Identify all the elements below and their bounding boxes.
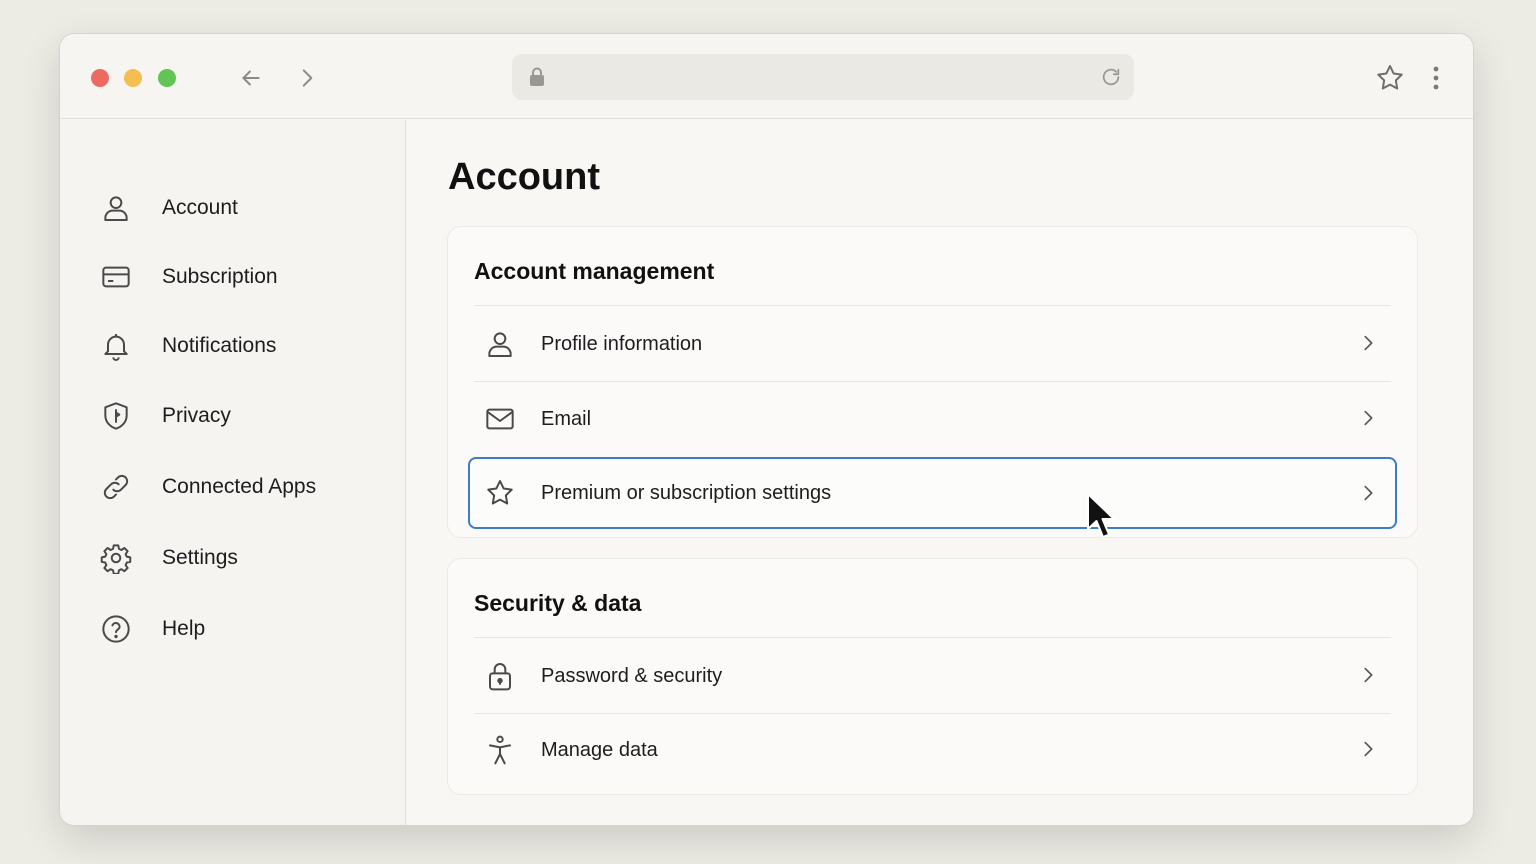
address-bar[interactable] (512, 54, 1134, 100)
sidebar-item-label: Subscription (162, 265, 278, 288)
divider (474, 637, 1391, 638)
padlock-icon (480, 656, 520, 696)
chevron-right-icon (1357, 738, 1379, 760)
sidebar-item-label: Settings (162, 546, 238, 569)
sidebar-item-notifications[interactable]: Notifications (100, 324, 380, 368)
link-icon (96, 469, 136, 505)
row-label: Premium or subscription settings (541, 481, 832, 504)
person-icon (480, 324, 520, 364)
chevron-right-icon (1357, 482, 1379, 504)
browser-window: Account Subscription Notifications Priva… (60, 34, 1473, 825)
forward-arrow-icon[interactable] (292, 63, 322, 93)
star-icon[interactable] (1374, 62, 1406, 94)
sidebar-item-label: Account (162, 196, 238, 219)
main-content: Account Account management Profile infor… (407, 120, 1473, 825)
account-management-card: Account management Profile information E… (447, 226, 1418, 538)
star-icon (480, 473, 520, 513)
profile-information-row[interactable]: Profile information (468, 308, 1397, 380)
sidebar-item-label: Connected Apps (162, 475, 317, 498)
row-label: Email (541, 407, 592, 430)
chevron-right-icon (1357, 332, 1379, 354)
person-icon (96, 190, 136, 226)
help-circle-icon (96, 611, 136, 647)
chevron-right-icon (1357, 407, 1379, 429)
minimize-window-button[interactable] (124, 69, 142, 87)
section-title: Account management (474, 258, 715, 284)
row-label: Manage data (541, 738, 658, 761)
page-title: Account (448, 156, 600, 198)
zoom-window-button[interactable] (158, 69, 176, 87)
browser-toolbar (60, 34, 1473, 119)
sidebar-item-subscription[interactable]: Subscription (100, 255, 380, 299)
premium-subscription-settings-row[interactable]: Premium or subscription settings (468, 457, 1397, 529)
sidebar-item-settings[interactable]: Settings (100, 536, 380, 580)
sidebar-item-privacy[interactable]: Privacy (100, 394, 380, 438)
accessibility-icon (480, 730, 520, 770)
email-row[interactable]: Email (468, 383, 1397, 455)
sidebar-item-label: Notifications (162, 334, 277, 357)
back-arrow-icon[interactable] (236, 63, 266, 93)
sidebar-item-account[interactable]: Account (100, 186, 380, 230)
reload-icon[interactable] (1100, 66, 1122, 88)
divider (474, 381, 1391, 382)
manage-data-row[interactable]: Manage data (468, 714, 1397, 786)
bell-icon (96, 328, 136, 364)
sidebar-item-help[interactable]: Help (100, 607, 380, 651)
divider (474, 305, 1391, 306)
shield-icon (96, 398, 136, 434)
security-data-card: Security & data Password & security Mana… (447, 558, 1418, 795)
chevron-right-icon (1357, 664, 1379, 686)
sidebar: Account Subscription Notifications Priva… (60, 120, 406, 825)
row-label: Password & security (541, 664, 723, 687)
password-security-row[interactable]: Password & security (468, 640, 1397, 712)
gear-icon (96, 540, 136, 576)
row-label: Profile information (541, 332, 703, 355)
card-icon (96, 259, 136, 295)
mail-icon (480, 399, 520, 439)
lock-icon (527, 66, 547, 88)
sidebar-item-label: Privacy (162, 404, 231, 427)
section-title: Security & data (474, 590, 642, 616)
sidebar-item-connected-apps[interactable]: Connected Apps (100, 465, 380, 509)
sidebar-item-label: Help (162, 617, 206, 640)
more-vertical-icon[interactable] (1428, 64, 1444, 92)
close-window-button[interactable] (91, 69, 109, 87)
